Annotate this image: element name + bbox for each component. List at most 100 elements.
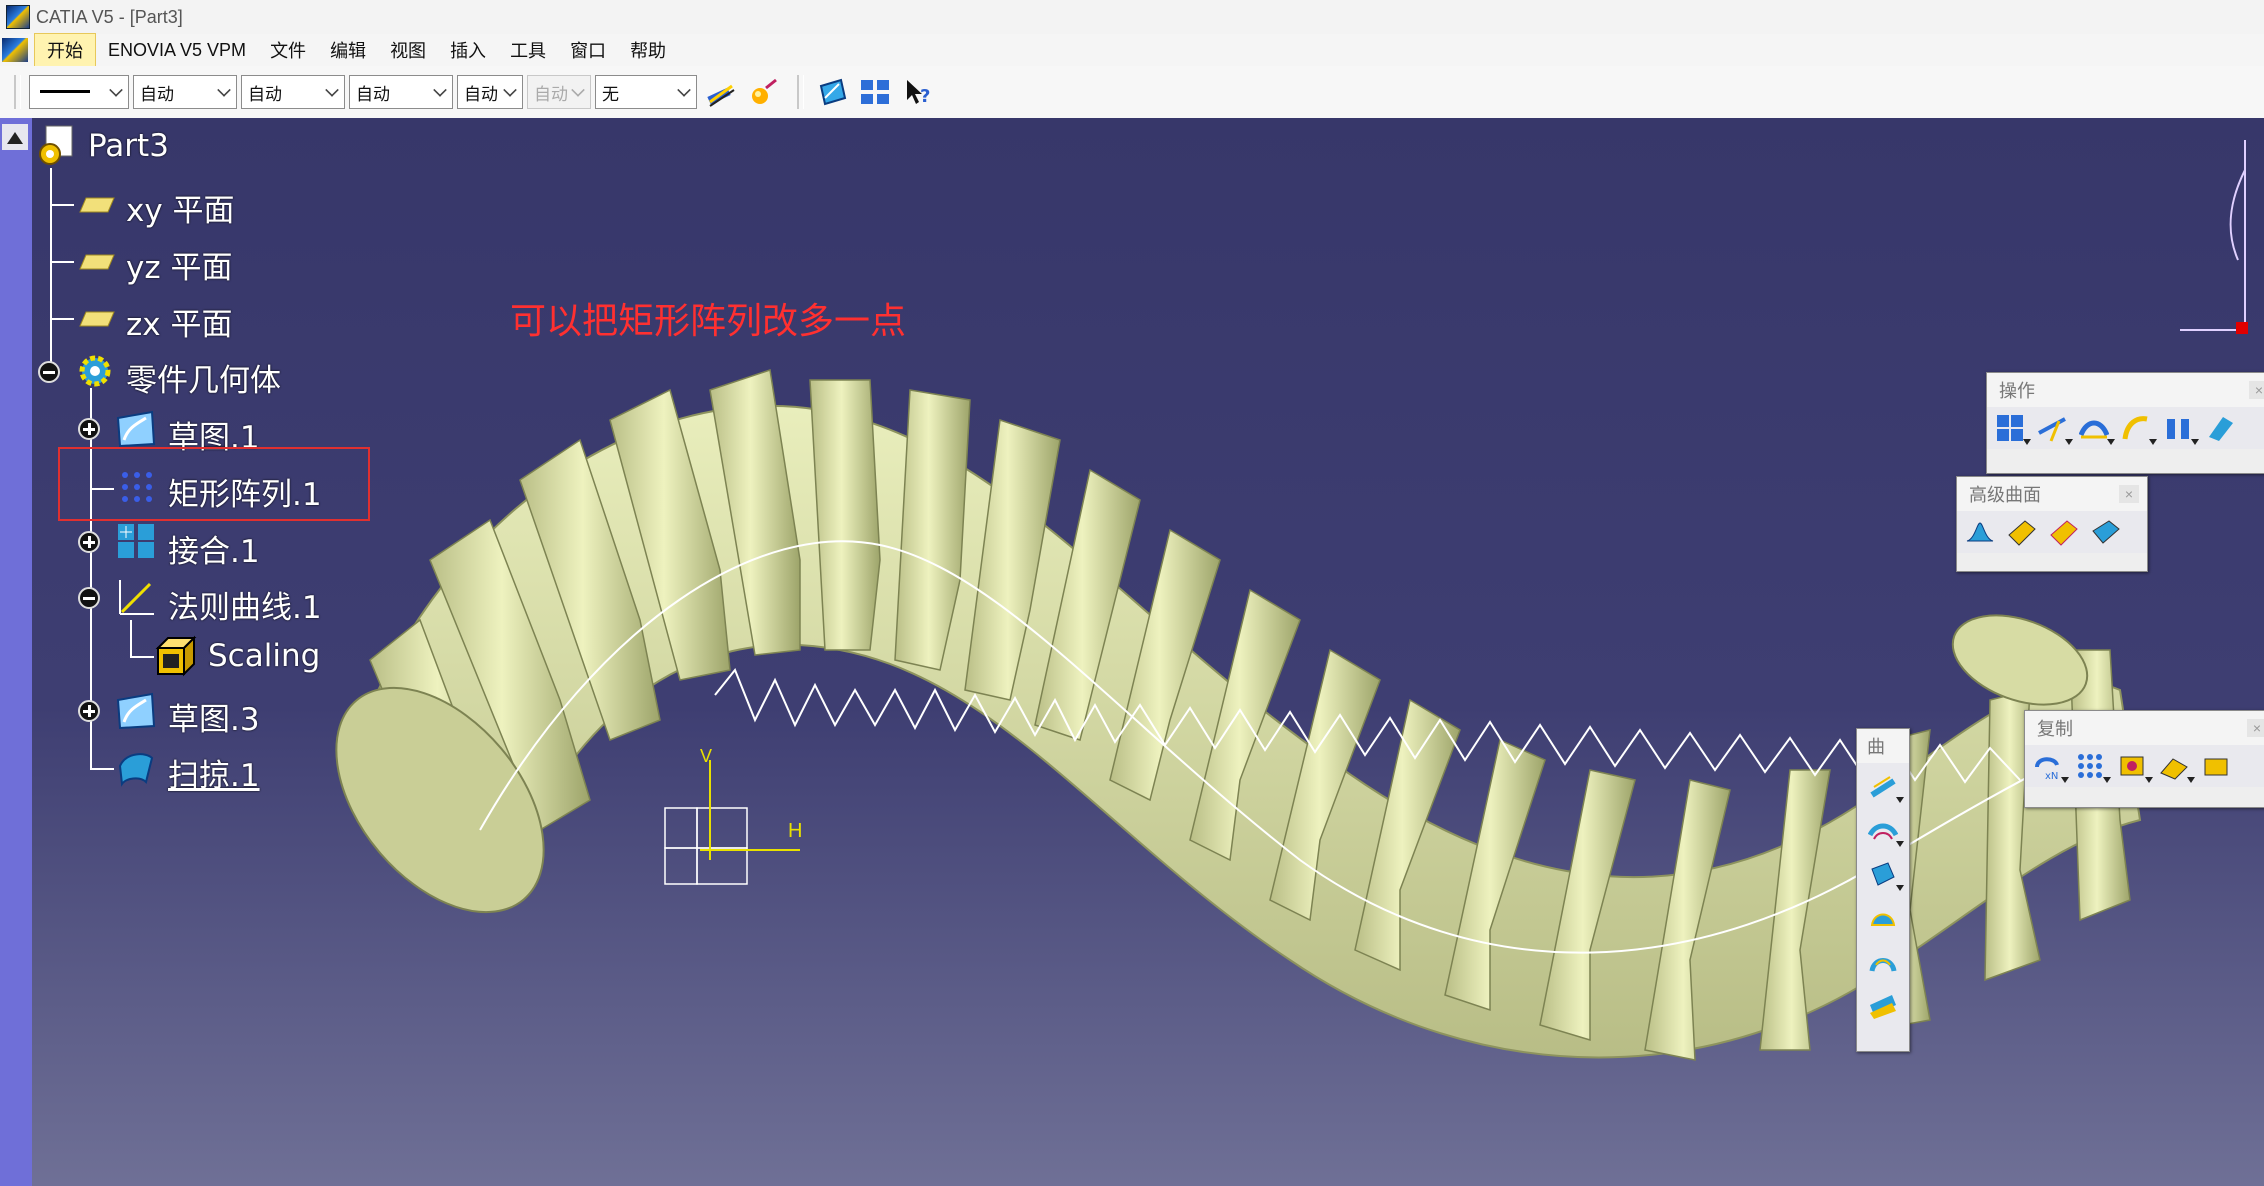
- operations-toolbar: 操作 ×: [1986, 372, 2264, 474]
- power-copy-icon[interactable]: [2115, 749, 2153, 783]
- chevron-down-icon: [325, 83, 339, 97]
- tree-scroll-strip: [0, 118, 32, 1186]
- sketch-plane-icon[interactable]: [815, 74, 851, 110]
- tree-root-part3[interactable]: Part3: [88, 128, 169, 164]
- layer-combo[interactable]: 无: [595, 75, 697, 109]
- svg-text:?: ?: [920, 86, 930, 107]
- expand-icon[interactable]: [78, 418, 100, 440]
- menu-enovia[interactable]: ENOVIA V5 VPM: [96, 37, 258, 64]
- line-type-combo[interactable]: 自动: [349, 75, 453, 109]
- menu-window[interactable]: 窗口: [558, 34, 618, 66]
- wrap-curve-icon[interactable]: [2005, 515, 2039, 549]
- menu-view[interactable]: 视图: [378, 34, 438, 66]
- expand-icon[interactable]: [78, 700, 100, 722]
- advanced-surfaces-toolbar: 高级曲面 ×: [1956, 476, 2148, 572]
- window-title: CATIA V5 - [Part3]: [36, 6, 183, 27]
- svg-text:xN: xN: [2045, 771, 2058, 781]
- tree-node-law-curve[interactable]: 法则曲线.1: [168, 582, 322, 627]
- catia-logo-icon: [6, 5, 30, 29]
- menu-tools[interactable]: 工具: [498, 34, 558, 66]
- copy-toolbar-title[interactable]: 复制: [2037, 715, 2073, 741]
- plane-icon: [78, 308, 116, 335]
- copy-toolbar: 复制 × xN: [2024, 710, 2264, 808]
- sweep-surface-icon[interactable]: [1866, 857, 1904, 891]
- boundary-icon[interactable]: [2077, 411, 2115, 445]
- wrap-surface-icon[interactable]: [2047, 515, 2081, 549]
- collapse-icon[interactable]: [38, 361, 60, 383]
- tree-line: [50, 261, 74, 263]
- join-icon: [116, 522, 156, 565]
- color-combo[interactable]: [29, 75, 129, 109]
- tree-node-zx-plane[interactable]: zx 平面: [126, 299, 232, 344]
- extrude-surface-icon[interactable]: [1866, 769, 1904, 803]
- tree-line: [50, 168, 52, 376]
- menu-bar: 开始 ENOVIA V5 VPM 文件 编辑 视图 插入 工具 窗口 帮助: [0, 33, 2264, 67]
- part-body-icon: [74, 350, 116, 397]
- plane-icon: [78, 194, 116, 221]
- multi-section-surface-icon[interactable]: [1866, 945, 1900, 979]
- part-geometry: [335, 140, 2248, 1061]
- tree-node-yz-plane[interactable]: yz 平面: [126, 242, 232, 287]
- extract-icon[interactable]: [2119, 411, 2157, 445]
- close-icon[interactable]: ×: [2247, 719, 2264, 737]
- 3d-viewport[interactable]: V H: [0, 118, 2264, 1186]
- join-icon[interactable]: [1993, 411, 2031, 445]
- tree-node-xy-plane[interactable]: xy 平面: [126, 185, 235, 230]
- fillet-icon[interactable]: [2161, 411, 2199, 445]
- painter-icon[interactable]: [704, 74, 740, 110]
- chevron-down-icon: [109, 83, 123, 97]
- point-type-combo[interactable]: 自动: [457, 75, 523, 109]
- operations-toolbar-title[interactable]: 操作: [1999, 377, 2035, 403]
- whats-this-icon[interactable]: ?: [899, 74, 935, 110]
- tree-node-join[interactable]: 接合.1: [168, 526, 260, 571]
- offset-surface-icon[interactable]: [1866, 813, 1904, 847]
- fill-surface-icon[interactable]: [1866, 901, 1900, 935]
- advanced-surfaces-toolbar-title[interactable]: 高级曲面: [1969, 481, 2041, 507]
- split-icon[interactable]: [2035, 411, 2073, 445]
- tree-node-sweep[interactable]: 扫掠.1: [168, 750, 260, 795]
- tree-node-part-body[interactable]: 零件几何体: [126, 355, 281, 400]
- toolbar-grip[interactable]: [14, 75, 21, 109]
- chevron-down-icon: [217, 83, 231, 97]
- surfaces-toolbar-title[interactable]: 曲: [1867, 733, 1885, 759]
- color-swatch: [40, 90, 90, 93]
- bump-icon[interactable]: [1963, 515, 1997, 549]
- tree-node-scaling[interactable]: Scaling: [208, 638, 320, 674]
- sketch-axis-h-label: H: [788, 820, 803, 842]
- menu-help[interactable]: 帮助: [618, 34, 678, 66]
- instantiate-icon[interactable]: [2157, 749, 2195, 783]
- plane-icon: [78, 251, 116, 278]
- surfaces-toolbar: 曲: [1856, 728, 1910, 1052]
- shape-morphing-icon[interactable]: [2089, 515, 2123, 549]
- catia-menu-logo-icon[interactable]: [2, 38, 28, 62]
- menu-file[interactable]: 文件: [258, 34, 318, 66]
- chevron-down-icon: [433, 83, 447, 97]
- part-gear-icon[interactable]: [36, 124, 80, 173]
- blend-surface-icon[interactable]: [1866, 989, 1900, 1023]
- tree-node-sketch3[interactable]: 草图.3: [168, 694, 260, 739]
- tree-line: [50, 204, 74, 206]
- object-repetition-icon[interactable]: xN: [2031, 749, 2069, 783]
- menu-edit[interactable]: 编辑: [318, 34, 378, 66]
- parameter-box-icon: [154, 634, 198, 683]
- rectangular-pattern-icon[interactable]: [2073, 749, 2111, 783]
- multi-view-icon[interactable]: [857, 74, 893, 110]
- close-icon[interactable]: ×: [2119, 485, 2139, 503]
- menu-start[interactable]: 开始: [34, 33, 96, 67]
- collapse-icon[interactable]: [78, 587, 100, 609]
- line-thickness-combo[interactable]: 自动: [241, 75, 345, 109]
- expand-icon[interactable]: [78, 531, 100, 553]
- rendering-style-combo: 自动: [527, 75, 591, 109]
- toolbar-grip[interactable]: [797, 75, 804, 109]
- properties-icon[interactable]: [746, 74, 782, 110]
- transparency-combo[interactable]: 自动: [133, 75, 237, 109]
- scroll-up-button[interactable]: [2, 124, 28, 150]
- graphic-properties-toolbar: 自动 自动 自动 自动 自动 无 ?: [0, 66, 2264, 119]
- translate-icon[interactable]: [2203, 411, 2237, 445]
- tree-line: [50, 318, 74, 320]
- close-icon[interactable]: ×: [2249, 381, 2264, 399]
- tree-line: [130, 620, 132, 656]
- catalog-icon[interactable]: [2199, 749, 2233, 783]
- tree-line: [90, 768, 114, 770]
- menu-insert[interactable]: 插入: [438, 34, 498, 66]
